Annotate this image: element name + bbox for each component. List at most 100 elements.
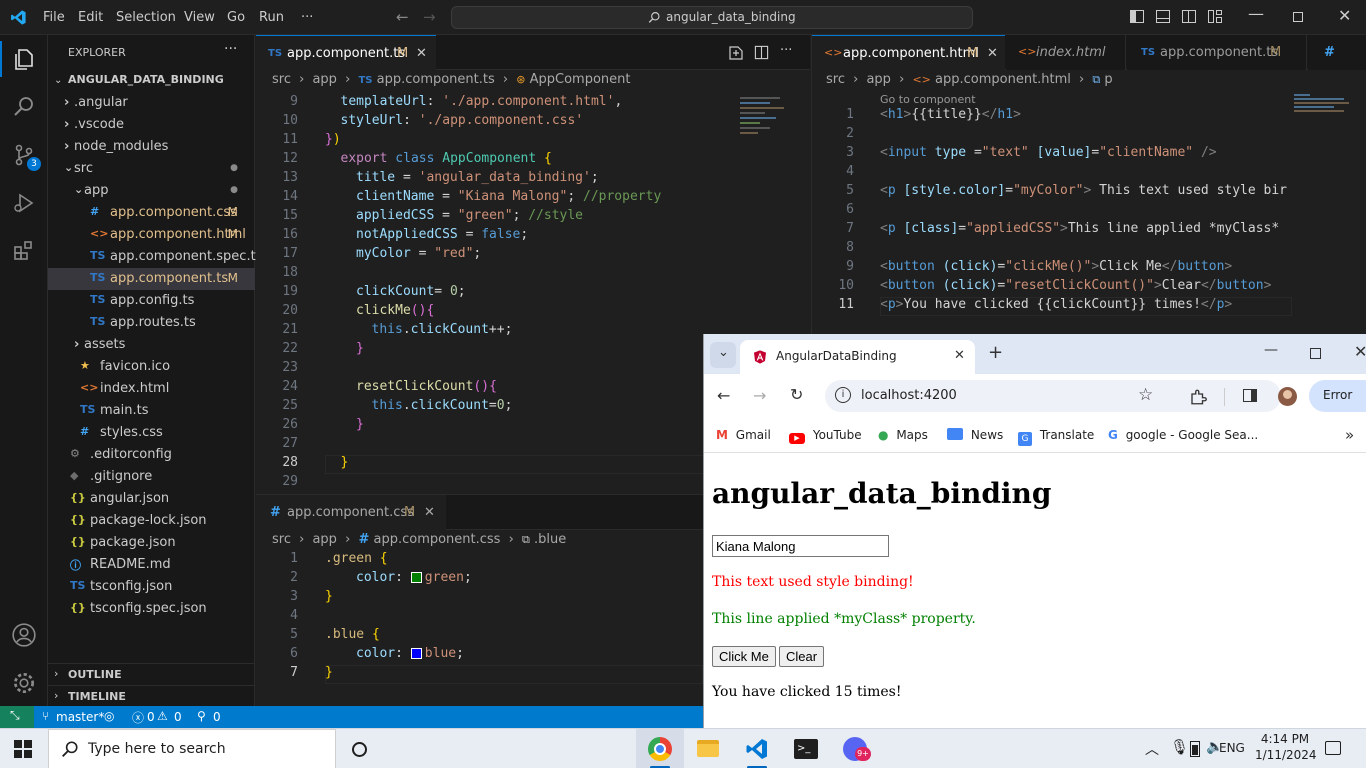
breadcrumb-item[interactable]: app — [312, 72, 336, 87]
sync-icon[interactable]: ◎ — [104, 709, 114, 723]
breadcrumb-item[interactable]: src — [272, 532, 291, 547]
menu-file[interactable]: File — [43, 10, 65, 25]
tree-item[interactable]: ⌄ app ● — [48, 180, 255, 202]
bookmark-star-icon[interactable]: ☆ — [1138, 385, 1153, 405]
command-center-search[interactable]: angular_data_binding — [451, 6, 973, 29]
code-line[interactable]: <button (click)="resetClickCount()">Clea… — [880, 278, 1271, 297]
microphone-icon[interactable]: 🎙 — [1170, 738, 1189, 756]
tree-item[interactable]: ★ favicon.ico — [48, 356, 255, 378]
split-editor-icon[interactable] — [754, 45, 769, 60]
taskbar-terminal[interactable]: >_ — [782, 729, 830, 768]
warning-count[interactable]: 0 — [174, 710, 182, 724]
site-info-icon[interactable]: i — [835, 387, 851, 403]
breadcrumb-item[interactable]: src — [272, 72, 291, 87]
tree-item[interactable]: {} angular.json — [48, 488, 255, 510]
side-panel-icon[interactable] — [1243, 389, 1257, 402]
code-line[interactable]: myColor = "red"; — [356, 246, 481, 265]
code-line[interactable]: .blue { — [325, 627, 380, 646]
explorer-icon[interactable] — [12, 47, 36, 71]
tree-item[interactable]: ⚙ .editorconfig — [48, 444, 255, 466]
menu-edit[interactable]: Edit — [78, 10, 103, 25]
code-line[interactable]: } — [356, 417, 364, 436]
profile-avatar[interactable] — [1278, 387, 1297, 406]
tab-app-component-ts-2[interactable]: TS app.component.ts M — [1127, 35, 1307, 70]
code-line[interactable]: styleUrl: './app.component.css' — [341, 113, 584, 132]
extensions-icon[interactable] — [12, 239, 36, 263]
code-line[interactable]: this.clickCount=0; — [372, 398, 513, 417]
tree-item[interactable]: ⌄ src ● — [48, 158, 255, 180]
close-window-icon[interactable]: ✕ — [1338, 6, 1351, 25]
toggle-secondary-sidebar-icon[interactable] — [1182, 10, 1196, 23]
breadcrumb-item[interactable]: src — [826, 72, 845, 87]
error-profile-button[interactable]: Error ⋮ — [1309, 380, 1366, 412]
back-arrow-icon[interactable]: ← — [717, 386, 730, 405]
kebab-menu-icon[interactable]: ⋮ — [1360, 385, 1366, 403]
close-tab-icon[interactable]: ✕ — [424, 505, 435, 520]
bookmarks-overflow-icon[interactable]: » — [1345, 426, 1354, 444]
forward-arrow-icon[interactable]: → — [753, 386, 766, 405]
code-line[interactable]: } — [341, 455, 349, 474]
code-area-html[interactable]: 1 <h1>{{title}}</h1> 2 3 <input type ="text"… — [812, 107, 1297, 327]
code-line[interactable]: } — [325, 589, 333, 608]
tree-item[interactable]: TS tsconfig.json — [48, 576, 255, 598]
more-actions-icon[interactable]: ··· — [780, 43, 792, 58]
tree-item[interactable]: {} package-lock.json — [48, 510, 255, 532]
code-line[interactable]: export class AppComponent { — [341, 151, 552, 170]
new-tab-icon[interactable]: + — [988, 342, 1003, 363]
codelens-go-to-component[interactable]: Go to component — [880, 93, 976, 106]
tab-index-html[interactable]: <> index.html — [1006, 35, 1126, 70]
tree-item[interactable]: {} package.json — [48, 532, 255, 554]
close-tab-icon[interactable]: ✕ — [954, 348, 965, 363]
battery-icon[interactable] — [1190, 741, 1200, 757]
notification-icon[interactable] — [1325, 741, 1341, 755]
clock[interactable]: 4:14 PM 1/11/2024 — [1255, 732, 1317, 762]
taskbar-vscode[interactable] — [733, 729, 781, 768]
tab-overflow[interactable]: # — [1308, 35, 1366, 70]
breadcrumb-item[interactable]: AppComponent — [530, 72, 631, 87]
manage-gear-icon[interactable] — [11, 670, 37, 696]
taskbar-discord[interactable]: 9+ — [831, 729, 879, 768]
code-line[interactable]: } — [356, 341, 364, 360]
taskbar-search-box[interactable]: Type here to search — [48, 729, 336, 768]
tree-item[interactable]: ⓘ README.md — [48, 554, 255, 576]
tree-item[interactable]: TS app.component.spec.ts — [48, 246, 262, 268]
code-line[interactable]: <h1>{{title}}</h1> — [880, 107, 1021, 126]
tree-item[interactable]: › .vscode — [48, 114, 255, 136]
input-language[interactable]: ENG — [1219, 741, 1245, 755]
run-debug-icon[interactable] — [12, 191, 36, 215]
tree-item[interactable]: TS main.ts — [48, 400, 255, 422]
url-text[interactable]: localhost:4200 — [861, 388, 957, 403]
error-count[interactable]: 0 — [147, 710, 155, 724]
menu-go[interactable]: Go — [227, 10, 245, 25]
breadcrumb-item[interactable]: app — [312, 532, 336, 547]
code-line[interactable]: clickCount= 0; — [356, 284, 466, 303]
tab-app-component-css[interactable]: # app.component.css M ✕ — [256, 495, 446, 530]
back-arrow-icon[interactable]: ← — [396, 8, 409, 26]
outline-section[interactable]: › OUTLINE — [48, 663, 255, 685]
show-hidden-icons[interactable]: ︿ — [1145, 739, 1159, 759]
code-line[interactable]: .green { — [325, 551, 388, 570]
tree-item[interactable]: TS app.component.ts M — [48, 268, 255, 290]
browser-tab-active[interactable]: AngularDataBinding ✕ — [740, 340, 975, 374]
close-tab-icon[interactable]: ✕ — [416, 46, 427, 61]
minimap-html[interactable] — [1294, 92, 1354, 122]
code-line[interactable]: <p [class]="appliedCSS">This line applie… — [880, 221, 1279, 240]
address-bar[interactable]: i localhost:4200 ☆ — [825, 380, 1281, 412]
code-line[interactable]: <p>You have clicked {{clickCount}} times… — [880, 297, 1232, 316]
reload-icon[interactable]: ↻ — [790, 385, 803, 404]
extensions-puzzle-icon[interactable] — [1189, 388, 1207, 406]
tree-item[interactable]: › assets — [48, 334, 255, 356]
project-root-header[interactable]: ⌄ ANGULAR_DATA_BINDING — [48, 70, 255, 92]
taskbar-file-explorer[interactable] — [684, 729, 732, 768]
menu-selection[interactable]: Selection — [116, 10, 176, 25]
bookmark-youtube[interactable]: ▶ YouTube — [789, 428, 862, 444]
windows-start-icon[interactable] — [14, 740, 32, 758]
code-line[interactable]: clientName = "Kiana Malong"; //property — [356, 189, 661, 208]
code-line[interactable]: appliedCSS = "green"; //style — [356, 208, 583, 227]
menu-more[interactable]: ··· — [301, 10, 313, 25]
code-line[interactable]: this.clickCount++; — [372, 322, 513, 341]
code-line[interactable]: templateUrl: './app.component.html', — [341, 94, 623, 113]
code-line[interactable]: <button (click)="clickMe()">Click Me</bu… — [880, 259, 1232, 278]
click-me-button[interactable]: Click Me — [712, 646, 776, 667]
toggle-sidebar-icon[interactable] — [1130, 10, 1144, 23]
